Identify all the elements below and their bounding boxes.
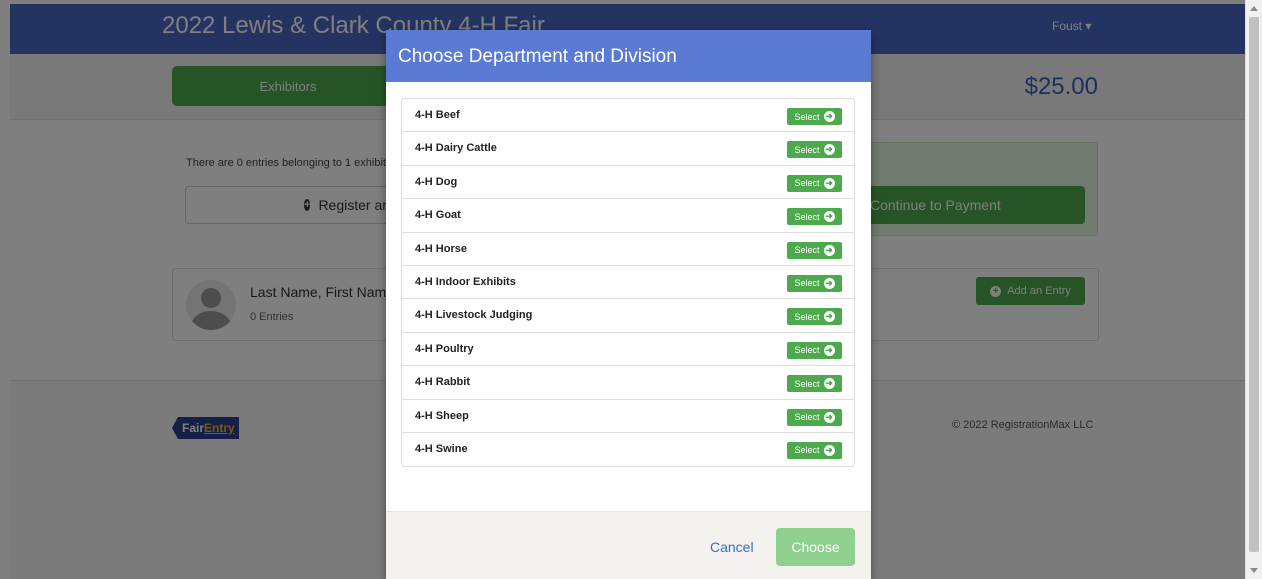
department-name: 4-H Livestock Judging (415, 309, 533, 322)
modal-title: Choose Department and Division (398, 46, 677, 67)
select-department-button[interactable]: Select ➜ (787, 141, 842, 159)
scrollbar-thumb[interactable] (1249, 17, 1259, 552)
department-row: 4-H Goat Select ➜ (402, 199, 854, 233)
select-button-label: Select (794, 111, 820, 122)
select-button-label: Select (794, 178, 820, 189)
department-name: 4-H Indoor Exhibits (415, 275, 516, 288)
arrow-circle-right-icon: ➜ (823, 344, 835, 356)
select-department-button[interactable]: Select ➜ (787, 174, 842, 192)
arrow-circle-right-icon: ➜ (823, 177, 835, 189)
department-row: 4-H Poultry Select ➜ (402, 333, 854, 367)
modal-header: Choose Department and Division (386, 30, 871, 82)
select-button-label: Select (794, 378, 820, 389)
select-button-label: Select (794, 412, 820, 423)
department-row: 4-H Indoor Exhibits Select ➜ (402, 266, 854, 300)
department-row: 4-H Dairy Cattle Select ➜ (402, 132, 854, 166)
department-row: 4-H Livestock Judging Select ➜ (402, 299, 854, 333)
arrow-circle-right-icon: ➜ (823, 444, 835, 456)
select-button-label: Select (794, 144, 820, 155)
select-button-label: Select (794, 445, 820, 456)
department-row: 4-H Dog Select ➜ (402, 166, 854, 200)
select-button-label: Select (794, 211, 820, 222)
select-button-label: Select (794, 345, 820, 356)
department-name: 4-H Rabbit (415, 376, 470, 389)
select-department-button[interactable]: Select ➜ (787, 408, 842, 426)
department-name: 4-H Swine (415, 442, 468, 455)
department-name: 4-H Sheep (415, 409, 469, 422)
choose-department-modal: Choose Department and Division 4-H Beef S… (386, 30, 871, 579)
department-name: 4-H Beef (415, 109, 460, 121)
arrow-circle-right-icon: ➜ (823, 277, 835, 289)
modal-footer: Cancel Choose (386, 511, 871, 579)
select-department-button[interactable]: Select ➜ (787, 441, 842, 459)
scroll-up-arrow-icon[interactable] (1250, 6, 1258, 11)
department-name: 4-H Dairy Cattle (415, 142, 497, 155)
department-row: 4-H Rabbit Select ➜ (402, 366, 854, 400)
select-button-label: Select (794, 311, 820, 322)
department-name: 4-H Poultry (415, 342, 474, 355)
department-name: 4-H Horse (415, 242, 467, 255)
arrow-circle-right-icon: ➜ (823, 311, 835, 323)
department-name: 4-H Goat (415, 209, 461, 222)
select-department-button[interactable]: Select ➜ (787, 241, 842, 259)
select-button-label: Select (794, 278, 820, 289)
department-row: 4-H Sheep Select ➜ (402, 400, 854, 433)
select-department-button[interactable]: Select ➜ (787, 375, 842, 393)
arrow-circle-right-icon: ➜ (823, 378, 835, 390)
arrow-circle-right-icon: ➜ (823, 111, 835, 122)
arrow-circle-right-icon: ➜ (823, 411, 835, 423)
select-department-button[interactable]: Select ➜ (787, 108, 842, 125)
department-row: 4-H Swine Select ➜ (402, 433, 854, 466)
arrow-circle-right-icon: ➜ (823, 211, 835, 223)
cancel-button[interactable]: Cancel (710, 539, 754, 555)
arrow-circle-right-icon: ➜ (823, 144, 835, 156)
select-department-button[interactable]: Select ➜ (787, 208, 842, 226)
choose-button[interactable]: Choose (776, 528, 855, 566)
department-list: 4-H Beef Select ➜ 4-H Dairy Cattle Select ➜ 4-… (401, 98, 855, 468)
select-department-button[interactable]: Select ➜ (787, 308, 842, 326)
department-row: 4-H Horse Select ➜ (402, 233, 854, 266)
select-button-label: Select (794, 245, 820, 256)
select-department-button[interactable]: Select ➜ (787, 341, 842, 359)
department-row: 4-H Beef Select ➜ (402, 99, 854, 133)
scroll-down-arrow-icon[interactable] (1250, 568, 1258, 573)
select-department-button[interactable]: Select ➜ (787, 274, 842, 292)
page-scrollbar[interactable] (1245, 0, 1262, 579)
arrow-circle-right-icon: ➜ (823, 244, 835, 256)
department-name: 4-H Dog (415, 175, 458, 188)
